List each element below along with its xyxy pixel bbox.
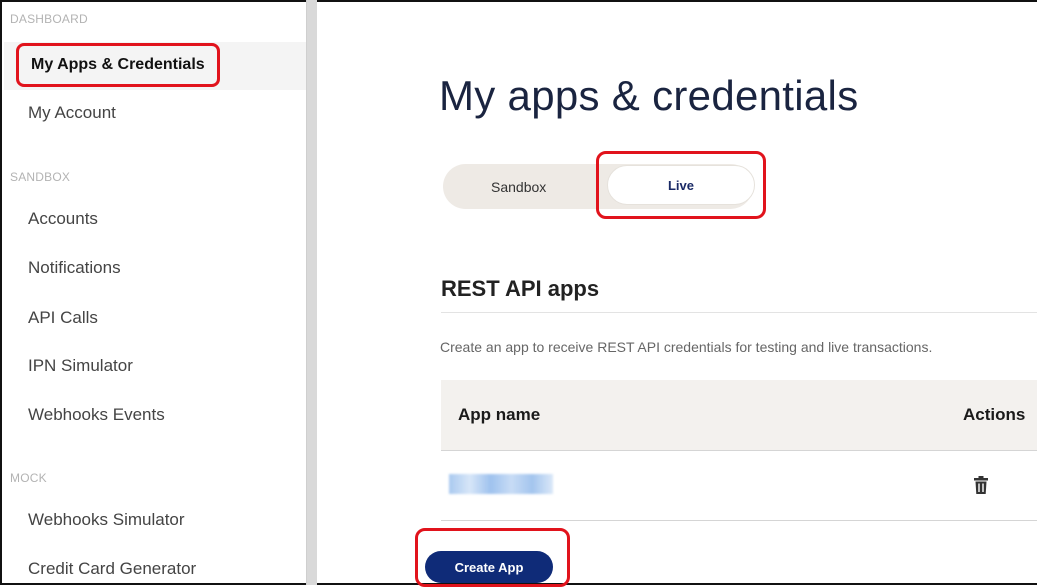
- trash-icon[interactable]: [974, 476, 988, 494]
- section-description: Create an app to receive REST API creden…: [440, 339, 933, 355]
- redacted-app-name[interactable]: [449, 474, 553, 494]
- create-app-highlight: Create App: [415, 528, 570, 587]
- sidebar: DASHBOARD My Apps & Credentials My Accou…: [2, 2, 306, 583]
- create-app-button[interactable]: Create App: [425, 551, 553, 583]
- tab-live[interactable]: Live: [607, 165, 755, 205]
- section-title: REST API apps: [441, 276, 600, 301]
- live-highlight: Live: [596, 151, 766, 219]
- table-row: [441, 450, 1037, 521]
- sidebar-item-my-account[interactable]: My Account: [28, 103, 116, 123]
- sidebar-divider[interactable]: [306, 0, 317, 585]
- column-header-actions: Actions: [963, 405, 1026, 424]
- main-content: My apps & credentials Sandbox Live REST …: [317, 2, 1037, 587]
- sidebar-item-ipn-simulator[interactable]: IPN Simulator: [28, 356, 133, 376]
- section-label-dashboard: DASHBOARD: [10, 12, 88, 26]
- sidebar-item-accounts[interactable]: Accounts: [28, 209, 98, 229]
- sidebar-item-credit-card-generator[interactable]: Credit Card Generator: [28, 559, 196, 579]
- sidebar-item-webhooks-events[interactable]: Webhooks Events: [28, 405, 165, 425]
- sidebar-item-my-apps[interactable]: My Apps & Credentials: [16, 43, 220, 87]
- sidebar-item-webhooks-simulator[interactable]: Webhooks Simulator: [28, 510, 185, 530]
- tab-sandbox[interactable]: Sandbox: [491, 179, 546, 195]
- table-header: App name Actions: [441, 380, 1037, 451]
- sidebar-item-api-calls[interactable]: API Calls: [28, 308, 98, 328]
- section-label-sandbox: SANDBOX: [10, 170, 71, 184]
- column-header-app-name: App name: [458, 405, 541, 424]
- section-label-mock: MOCK: [10, 471, 47, 485]
- sidebar-item-notifications[interactable]: Notifications: [28, 258, 121, 278]
- page-title: My apps & credentials: [439, 72, 859, 119]
- section-divider: [441, 312, 1037, 313]
